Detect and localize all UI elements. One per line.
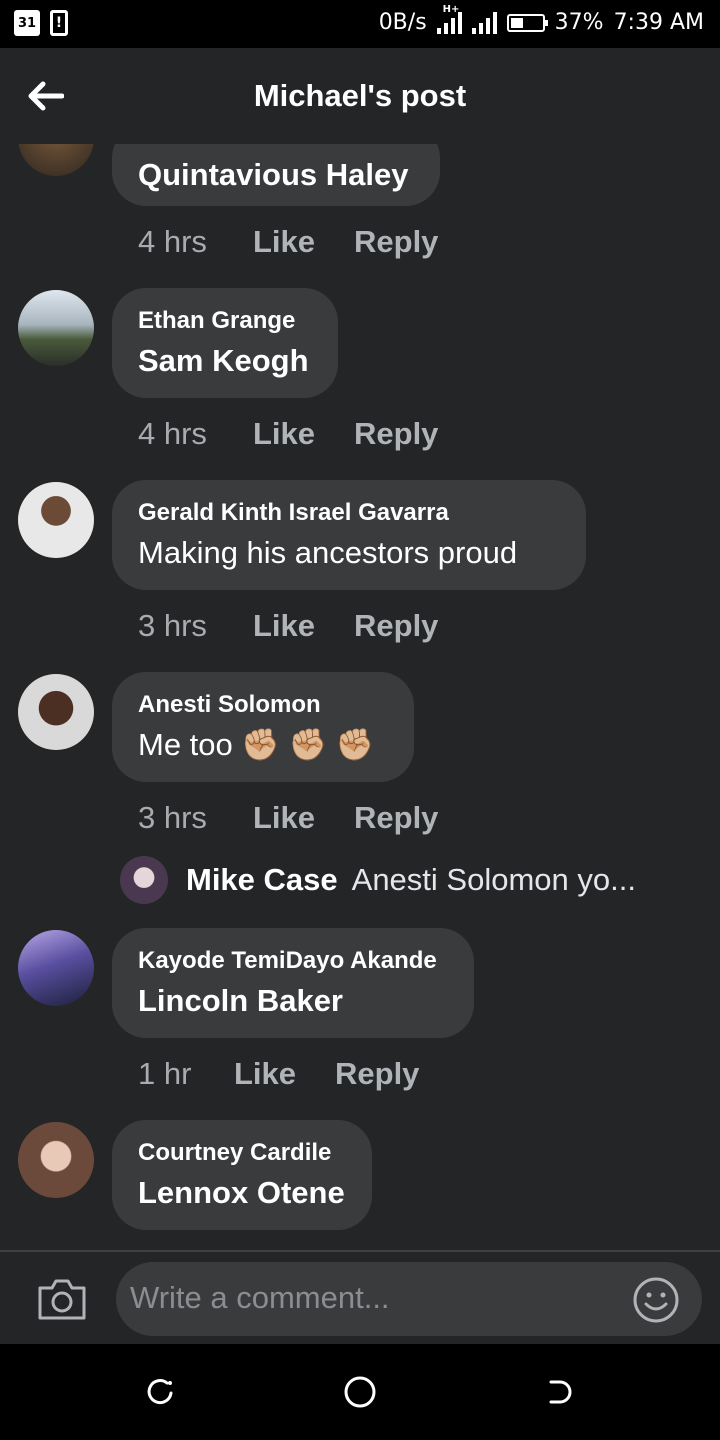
calendar-icon: 31 [14, 10, 40, 36]
comment-bubble[interactable]: Kayode TemiDayo Akande Lincoln Baker [112, 928, 474, 1038]
comment-time: 3 hrs [138, 800, 207, 835]
commenter-name[interactable]: Anesti Solomon [138, 690, 388, 720]
network-tag: H+ [442, 3, 460, 15]
like-button[interactable]: Like [234, 1056, 335, 1092]
comment-bubble[interactable]: Gerald Kinth Israel Gavarra Making his a… [112, 480, 586, 590]
camera-button[interactable] [36, 1276, 88, 1322]
reply-author[interactable]: Mike Case [186, 862, 338, 898]
comment-time: 4 hrs [138, 416, 207, 451]
commenter-avatar[interactable] [18, 1122, 94, 1198]
status-bar: 31 ! 0B/s H+ 37% 7:39 AM [0, 0, 720, 48]
comment-time: 3 hrs [138, 608, 207, 643]
home-button[interactable] [342, 1374, 378, 1410]
comment-placeholder: Write a comment... [130, 1280, 390, 1315]
comment-time: 4 hrs [138, 224, 207, 259]
reply-button[interactable]: Reply [354, 800, 438, 836]
signal-icon: H+ [436, 4, 462, 34]
comment-actions: 1 hr Like Reply [138, 1056, 419, 1092]
system-nav-bar [0, 1344, 720, 1440]
comment-text: Making his ancestors proud [138, 535, 518, 570]
comment-actions: 3 hrs Like Reply [138, 800, 438, 836]
like-button[interactable]: Like [253, 224, 354, 260]
comment-actions: 4 hrs Like Reply [138, 416, 438, 452]
commenter-name[interactable]: Courtney Cardile [138, 1138, 346, 1168]
reply-button[interactable]: Reply [354, 416, 438, 452]
signal-icon-2 [471, 11, 497, 34]
reply-text: Anesti Solomon yo... [351, 862, 636, 897]
commenter-name[interactable]: Kayode TemiDayo Akande [138, 946, 448, 976]
comment-composer: Write a comment... [0, 1250, 720, 1344]
recent-apps-icon [147, 1379, 173, 1405]
comment-text: Me too ✊🏼 ✊🏼 ✊🏼 [138, 727, 375, 762]
battery-icon [506, 13, 548, 32]
post-header: Michael's post [0, 48, 720, 144]
reply-button[interactable]: Reply [354, 608, 438, 644]
comment-text: Lincoln Baker [138, 983, 343, 1018]
reply-button[interactable]: Reply [354, 224, 438, 260]
reply-avatar[interactable] [120, 856, 168, 904]
commenter-avatar[interactable] [18, 930, 94, 1006]
comment-actions: 3 hrs Like Reply [138, 608, 438, 644]
comment-input[interactable]: Write a comment... [116, 1262, 702, 1336]
comment-actions: 4 hrs Like Reply [138, 224, 438, 260]
comment-bubble[interactable]: Courtney Cardile Lennox Otene [112, 1120, 372, 1230]
battery-percent: 37% [554, 10, 604, 35]
camera-icon [38, 1279, 86, 1320]
home-circle-icon [344, 1376, 376, 1408]
notice-icon: ! [50, 10, 68, 36]
like-button[interactable]: Like [253, 800, 354, 836]
comment-time: 1 hr [138, 1056, 192, 1091]
nav-back-button[interactable] [542, 1374, 578, 1410]
net-speed: 0B/s [378, 10, 427, 35]
commenter-name[interactable]: Ethan Grange [138, 306, 312, 336]
smiley-icon[interactable] [632, 1276, 680, 1324]
page-title: Michael's post [253, 78, 467, 113]
commenter-avatar[interactable] [18, 482, 94, 558]
comment-text: Lennox Otene [138, 1175, 345, 1210]
comment-text: Sam Keogh [138, 343, 309, 378]
comment-text: Quintavious Haley [138, 157, 409, 192]
comment-bubble[interactable]: Anesti Solomon Me too ✊🏼 ✊🏼 ✊🏼 [112, 672, 414, 782]
comment-bubble[interactable]: Quintavious Haley [112, 144, 440, 206]
like-button[interactable]: Like [253, 416, 354, 452]
commenter-avatar[interactable] [18, 144, 94, 176]
like-button[interactable]: Like [253, 608, 354, 644]
nav-back-icon [549, 1380, 572, 1404]
commenter-name[interactable]: Gerald Kinth Israel Gavarra [138, 498, 560, 528]
reply-button[interactable]: Reply [335, 1056, 419, 1092]
comment-bubble[interactable]: Ethan Grange Sam Keogh [112, 288, 338, 398]
commenter-avatar[interactable] [18, 674, 94, 750]
reply-preview[interactable]: Mike Case Anesti Solomon yo... [120, 856, 636, 904]
clock: 7:39 AM [613, 10, 704, 35]
recent-apps-button[interactable] [142, 1374, 178, 1410]
comments-list[interactable]: Quintavious Haley 4 hrs Like Reply Ethan… [0, 144, 720, 1250]
commenter-avatar[interactable] [18, 290, 94, 366]
